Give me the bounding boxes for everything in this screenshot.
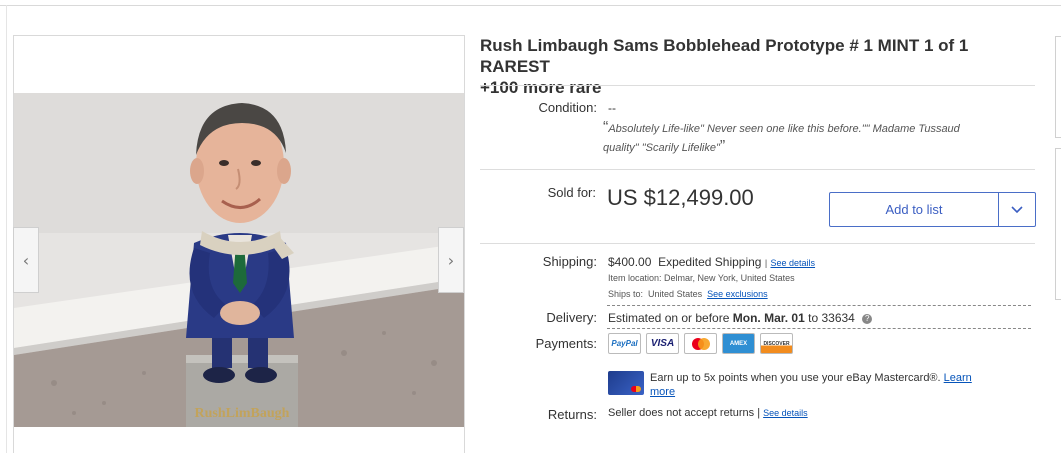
returns-see-details-link[interactable]: See details	[763, 408, 808, 418]
ebay-mastercard-icon	[608, 371, 644, 395]
delivery-to: to	[808, 311, 819, 325]
sold-price: US $12,499.00	[607, 185, 754, 210]
item-location-line: Item location: Delmar, New York, United …	[608, 273, 795, 283]
paypal-icon: PayPal	[608, 333, 641, 354]
returns-text: Seller does not accept returns	[608, 407, 755, 419]
payments-label: Payments:	[535, 336, 597, 351]
add-to-list-button[interactable]: Add to list	[829, 192, 1036, 227]
condition-value: --	[608, 101, 616, 115]
promo-text: Earn up to 5x points when you use your e…	[650, 372, 941, 384]
shipping-label: Shipping:	[542, 254, 597, 269]
condition-quote-line2: quality" "Scarily Lifelike"	[603, 142, 720, 154]
item-photo[interactable]: RushLimBaugh	[14, 93, 464, 427]
previous-image-button[interactable]: ‹	[13, 227, 39, 293]
returns-line: Seller does not accept returns | See det…	[608, 407, 808, 419]
listing-title: Rush Limbaugh Sams Bobblehead Prototype …	[480, 35, 1040, 98]
listing-title-line1: Rush Limbaugh Sams Bobblehead Prototype …	[480, 36, 969, 76]
delivery-estimate: Estimated on or before Mon. Mar. 01 to 3…	[608, 311, 873, 325]
ships-to-line: Ships to: United States See exclusions	[608, 289, 768, 299]
see-exclusions-link[interactable]: See exclusions	[707, 289, 768, 299]
listing-title-line2: +100 more rare	[480, 78, 602, 97]
side-panel-top	[1055, 36, 1061, 138]
condition-description: “Absolutely Life-like" Never seen one li…	[603, 119, 1033, 157]
discover-icon: DISCOVER	[760, 333, 793, 354]
base-label: RushLimBaugh	[195, 406, 290, 421]
delivery-zip: 33634	[821, 311, 855, 325]
shipping-method: Expedited Shipping	[658, 255, 762, 269]
item-location-label: Item location:	[608, 273, 662, 283]
condition-divider	[480, 169, 1035, 170]
delivery-dotted-divider	[607, 328, 1031, 329]
amex-icon: AMEX	[722, 333, 755, 354]
mastercard-icon	[684, 333, 717, 354]
close-quote-mark: ”	[719, 138, 726, 155]
ships-to-label: Ships to:	[608, 289, 644, 299]
sold-for-label: Sold for:	[547, 185, 596, 200]
condition-quote-line1: Absolutely Life-like" Never seen one lik…	[608, 123, 960, 135]
left-edge-divider	[6, 5, 7, 453]
shipping-cost: $400.00	[608, 255, 652, 269]
delivery-date: Mon. Mar. 01	[732, 311, 805, 325]
add-to-list-dropdown[interactable]	[999, 193, 1035, 226]
shipping-see-details-link[interactable]: See details	[771, 258, 816, 268]
delivery-prefix: Estimated on or before	[608, 311, 730, 325]
condition-label: Condition:	[538, 100, 597, 115]
chevron-right-icon: ›	[447, 250, 455, 270]
top-divider	[0, 5, 1061, 6]
learn-more-link-part2[interactable]: more	[650, 386, 675, 398]
shipping-separator: |	[764, 258, 768, 268]
returns-separator: |	[757, 407, 761, 419]
chevron-down-icon	[1011, 205, 1023, 213]
title-divider	[480, 85, 1035, 86]
returns-label: Returns:	[547, 407, 597, 422]
ships-to-value: United States	[648, 289, 703, 299]
item-location-value: Delmar, New York, United States	[664, 273, 795, 283]
shipping-line: $400.00 Expedited Shipping | See details	[608, 255, 815, 269]
visa-icon: VISA	[646, 333, 679, 354]
payment-methods: PayPal VISA AMEX DISCOVER	[608, 333, 793, 354]
learn-more-link-part1[interactable]: Learn	[944, 372, 972, 384]
add-to-list-label[interactable]: Add to list	[830, 193, 999, 226]
price-divider	[480, 243, 1035, 244]
shipping-dotted-divider	[607, 305, 1031, 306]
chevron-left-icon: ‹	[22, 250, 30, 270]
side-panel-bottom	[1055, 148, 1061, 300]
info-icon[interactable]: ?	[862, 313, 873, 324]
next-image-button[interactable]: ›	[438, 227, 464, 293]
delivery-label: Delivery:	[546, 310, 597, 325]
mastercard-promo: Earn up to 5x points when you use your e…	[650, 371, 1035, 399]
